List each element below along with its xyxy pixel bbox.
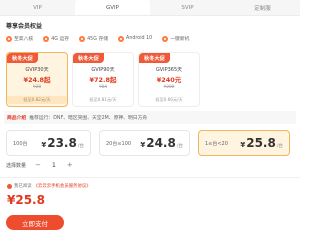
package-name: GVIP30天 (25, 67, 49, 73)
intro-label: 商品介绍 (7, 116, 27, 121)
tier-unit: /台 (276, 144, 283, 149)
divider (0, 177, 300, 178)
quantity-label: 选择数量 (6, 162, 27, 169)
package-name: GVIP90天 (91, 67, 115, 73)
tier-label: 20台≤100 (106, 140, 132, 147)
display-icon (6, 35, 12, 42)
tier-unit: /台 (77, 144, 84, 149)
package-daily-price: 低至0.82元/天 (7, 96, 67, 104)
benefit-list: 至高八核 4G 运存 45G 存储 Android 10 一键新机 (6, 33, 296, 44)
benefit-item: 45G 存储 (79, 35, 108, 42)
benefit-label: Android 10 (126, 36, 153, 41)
tab-custom[interactable]: 定制服 (225, 0, 300, 15)
package-price: ¥72.8起 (89, 76, 117, 84)
sim-icon (43, 35, 50, 42)
quantity-tier-list: 100台 ¥23.8/台 20台≤100 ¥24.8/台 1≤台<20 ¥25.… (6, 130, 290, 156)
tier-price: ¥23.8/台 (41, 136, 84, 150)
vip-package-30[interactable]: 秋冬大促 GVIP30天 ¥24.8起 ¥28 低至0.82元/天 (6, 52, 68, 107)
vip-package-365[interactable]: 秋冬大促 GVIP365天 ¥240元 ¥288 低至0.66元/天 (138, 52, 200, 107)
storage-icon (79, 35, 86, 42)
promo-badge: 秋冬大促 (73, 53, 104, 63)
vip-package-90[interactable]: 秋冬大促 GVIP90天 ¥72.8起 ¥84 低至0.81元/天 (72, 52, 134, 107)
agreement-prefix: 我已阅读 (14, 184, 32, 189)
tier-price-value: 25.8 (246, 136, 276, 150)
promo-badge: 秋冬大促 (7, 53, 38, 63)
package-price: ¥24.8起 (23, 76, 51, 84)
tier-label: 1≤台<20 (205, 140, 228, 147)
benefit-label: 一键新机 (170, 37, 190, 42)
benefit-label: 至高八核 (14, 37, 34, 42)
product-intro: 商品介绍 推荐运行：DNF、暗区突围、天堂2M、原神、明日方舟 (4, 111, 296, 124)
currency-symbol: ¥ (41, 141, 47, 149)
pay-now-button[interactable]: 立即支付 (6, 215, 64, 230)
tier-option-1-20[interactable]: 1≤台<20 ¥25.8/台 (198, 130, 290, 156)
total-price: ¥25.8 (7, 193, 45, 207)
tier-option-100[interactable]: 100台 ¥23.8/台 (6, 130, 91, 156)
vip-package-list: 秋冬大促 GVIP30天 ¥24.8起 ¥28 低至0.82元/天 秋冬大促 G… (6, 52, 200, 107)
increment-button[interactable]: + (66, 161, 74, 169)
tier-unit: /台 (176, 144, 183, 149)
tier-price-value: 24.8 (146, 136, 176, 150)
tier-price-value: 23.8 (47, 136, 77, 150)
benefit-item: Android 10 (118, 35, 153, 42)
section-title: 尊享会员权益 (6, 23, 43, 30)
tab-vip[interactable]: VIP (0, 0, 75, 15)
package-old-price: ¥28 (33, 84, 41, 89)
tier-label: 100台 (13, 140, 28, 147)
quantity-row: 选择数量 − 1 + (6, 160, 74, 170)
agreement-row: 我已阅读 《云云云手机会员服务协议》 (7, 183, 91, 189)
agreement-link[interactable]: 《云云云手机会员服务协议》 (34, 183, 91, 189)
benefit-label: 45G 存储 (87, 37, 109, 42)
package-old-price: ¥84 (99, 84, 107, 89)
quantity-stepper: − 1 + (34, 161, 74, 169)
intro-text: 推荐运行：DNF、暗区突围、天堂2M、原神、明日方舟 (29, 116, 148, 121)
device-icon (162, 35, 169, 42)
currency-symbol: ¥ (240, 141, 246, 149)
tier-price: ¥24.8/台 (140, 136, 183, 150)
tier-price: ¥25.8/台 (240, 136, 283, 150)
benefit-item: 一键新机 (162, 35, 189, 42)
tier-option-20-100[interactable]: 20台≤100 ¥24.8/台 (99, 130, 190, 156)
package-name: GVIP365天 (155, 67, 183, 73)
benefit-item: 4G 运存 (43, 35, 69, 42)
currency-symbol: ¥ (140, 141, 146, 149)
tab-svip[interactable]: SVIP (150, 0, 225, 15)
tab-gvip[interactable]: GVIP (75, 0, 150, 15)
decrement-button[interactable]: − (34, 161, 42, 169)
benefit-label: 4G 运存 (51, 37, 70, 42)
package-daily-price: 低至0.66元/天 (155, 97, 183, 102)
tab-bar: VIP GVIP SVIP 定制服 (0, 0, 300, 16)
package-price: ¥240元 (156, 76, 182, 84)
package-old-price: ¥288 (163, 84, 175, 89)
benefit-item: 至高八核 (6, 35, 33, 42)
package-daily-price: 低至0.81元/天 (89, 97, 117, 102)
agreement-checkbox[interactable] (7, 183, 12, 189)
quantity-value[interactable]: 1 (52, 162, 56, 169)
promo-badge: 秋冬大促 (139, 53, 170, 63)
android-icon (118, 35, 125, 42)
